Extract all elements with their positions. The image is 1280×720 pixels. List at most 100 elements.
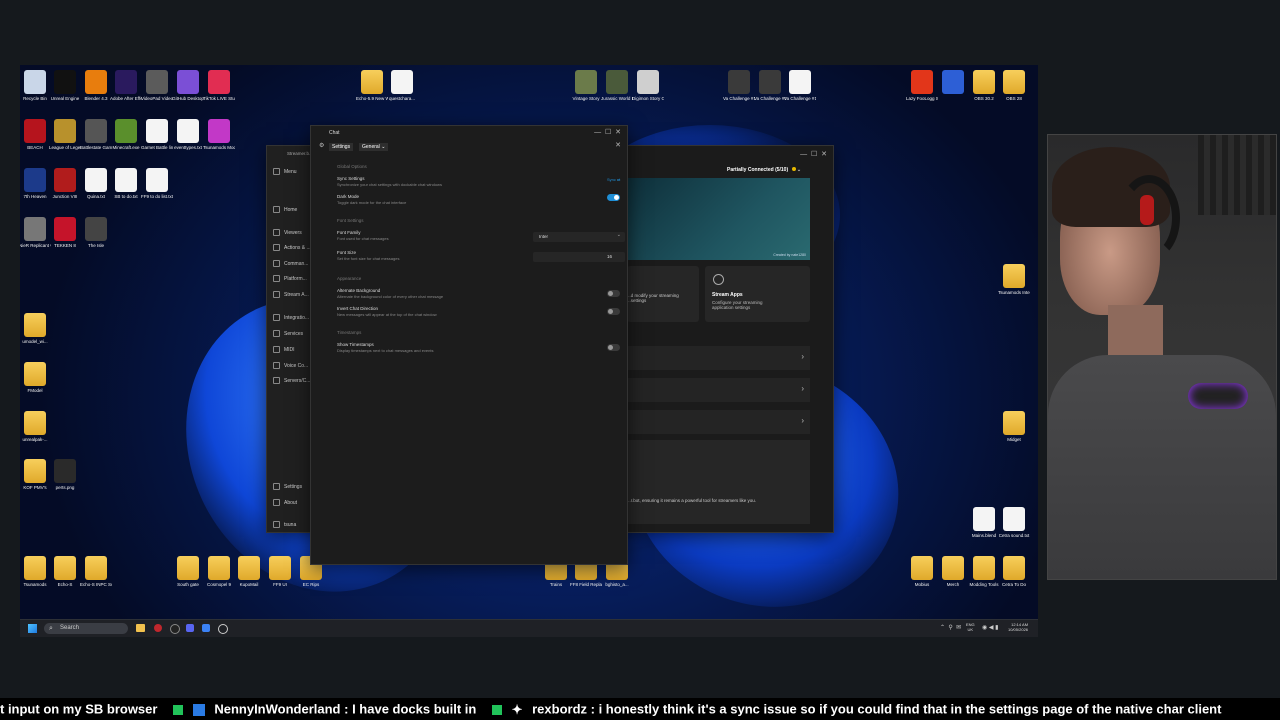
desktop-icon[interactable]: Va Challenge #3 Guide.m... (754, 70, 786, 101)
sidebar-item[interactable]: Home (273, 206, 297, 213)
invert-direction-toggle[interactable] (607, 308, 620, 315)
desktop-icon[interactable]: TikTok LIVE Studio (203, 70, 235, 101)
desktop-icon[interactable]: SB to do.txt (110, 168, 142, 199)
window-controls[interactable]: — ☐ ✕ (594, 128, 621, 136)
pinned-app-icon[interactable] (154, 624, 162, 632)
sidebar-item[interactable]: Viewers (273, 229, 302, 236)
desktop-icon[interactable]: Echo-S (49, 556, 81, 587)
start-button[interactable] (28, 624, 37, 633)
discord-icon[interactable] (186, 624, 194, 632)
sidebar-item[interactable]: tsuna (273, 521, 296, 528)
sidebar-item[interactable]: Comman... (273, 260, 308, 267)
desktop-icon[interactable]: OBS 28 (998, 70, 1030, 101)
desktop-icon[interactable]: questchara... (386, 70, 418, 101)
desktop-icon[interactable]: Adobe After Effects 2020 (110, 70, 142, 101)
desktop-icon[interactable]: NieR Replicant v... (20, 217, 51, 248)
desktop-icon[interactable]: South gate (172, 556, 204, 587)
pinned-app-icon[interactable] (218, 624, 228, 634)
sidebar-item[interactable]: Voice Co... (273, 362, 308, 369)
desktop-icon[interactable]: FModel (20, 362, 51, 393)
desktop-icon[interactable]: OBS 30.2 (968, 70, 1000, 101)
desktop-icon[interactable]: Battlestate Games L... (80, 119, 112, 150)
desktop-icon[interactable]: Tsunamods Internation... (998, 264, 1030, 295)
taskbar-search[interactable]: ⌕ Search (44, 623, 128, 634)
language-indicator[interactable]: ENG UK (966, 622, 975, 632)
list-row[interactable]: › (627, 378, 810, 402)
dark-mode-toggle[interactable] (607, 194, 620, 201)
desktop-icon[interactable]: VideoPad Video Editor (141, 70, 173, 101)
tray-icons[interactable]: ⌃ ⚲ ✉ (940, 624, 961, 631)
sidebar-item[interactable]: Stream A... (273, 291, 309, 298)
sidebar-item[interactable]: Servers/C... (273, 377, 310, 384)
file-explorer-icon[interactable] (136, 624, 145, 632)
sidebar-item[interactable]: About (273, 499, 297, 506)
desktop-icon[interactable]: Recycle Bin (20, 70, 51, 101)
desktop-icon[interactable]: perts.png (49, 459, 81, 490)
font-size-input[interactable]: 16 (533, 252, 625, 262)
sidebar-item[interactable]: Actions & ... (273, 244, 311, 251)
desktop-icon[interactable]: Unreal Engine (49, 70, 81, 101)
desktop-icon[interactable]: Vintage Story (570, 70, 602, 101)
desktop-icon[interactable]: Va Challenge #1.7z (784, 70, 816, 101)
sidebar-item[interactable]: Services (273, 330, 303, 337)
desktop-icon[interactable]: League of Legends (49, 119, 81, 150)
card-stream-apps[interactable]: Stream Apps Configure your streaming app… (705, 266, 810, 322)
desktop-icon[interactable]: Echo-5.9 New Work (356, 70, 388, 101)
font-family-select[interactable]: Inter ⌄ (533, 232, 625, 242)
desktop-icon[interactable]: Junction VIII (49, 168, 81, 199)
tray-status-icons[interactable]: ◉ ◀ ▮ (982, 624, 999, 631)
sidebar-item[interactable]: Integratio... (273, 314, 309, 321)
sync-button[interactable]: Sync ⇄ (607, 177, 620, 182)
desktop-icon[interactable]: 7th Heaven (20, 168, 51, 199)
pinned-app-icon[interactable] (202, 624, 210, 632)
desktop-icon[interactable]: TEKKEN 8 (49, 217, 81, 248)
desktop-icon[interactable] (937, 70, 969, 96)
desktop-icon[interactable]: umodel_wi... (20, 313, 51, 344)
desktop-icon[interactable]: KOF PMV's (20, 459, 51, 490)
alt-background-toggle[interactable] (607, 290, 620, 297)
chat-window[interactable]: Chat — ☐ ✕ ⚙ Settings General ⌄ ✕ Global… (310, 125, 628, 565)
desktop-icon[interactable]: Garnet Battle lines.txt (141, 119, 173, 150)
desktop-icon[interactable]: Merch (937, 556, 969, 587)
desktop-icon[interactable]: Quina.txt (80, 168, 112, 199)
desktop-icon[interactable]: Blender 4.3 (80, 70, 112, 101)
tab-settings[interactable]: Settings (329, 143, 354, 151)
desktop-icon[interactable]: unrealpak-... (20, 411, 51, 442)
desktop-icon[interactable]: The Isle (80, 217, 112, 248)
desktop-icon[interactable]: KupoMail (233, 556, 265, 587)
desktop-icon[interactable]: Va Challenge #1.mp4 (723, 70, 755, 101)
show-timestamps-toggle[interactable] (607, 344, 620, 351)
clock[interactable]: 12:14 AM 10/05/2026 (1008, 622, 1028, 632)
desktop-icon[interactable]: Tsunamods (20, 556, 51, 587)
connection-status[interactable]: Partially Connected (5/10) ⌄ (727, 167, 801, 173)
desktop-icon[interactable]: Minecraft.exe (110, 119, 142, 150)
desktop-icon[interactable]: Modding Tools (968, 556, 1000, 587)
desktop-icon[interactable]: Tsunamods Mod Uploa... (203, 119, 235, 150)
close-icon[interactable]: ✕ (615, 141, 621, 149)
desktop-icon[interactable]: Midget (998, 411, 1030, 442)
window-controls[interactable]: — ☐ ✕ (800, 150, 827, 158)
desktop-icon[interactable]: Mobius (906, 556, 938, 587)
sidebar-item[interactable]: Menu (273, 168, 297, 175)
tab-general[interactable]: General ⌄ (359, 143, 389, 151)
sidebar-item[interactable]: Platform... (273, 275, 307, 282)
desktop-icon[interactable]: GitHub Desktop (172, 70, 204, 101)
desktop-icon[interactable]: Mains.blend (968, 507, 1000, 538)
desktop-icon[interactable]: Jurassic World Ev... (601, 70, 633, 101)
list-row[interactable]: › (627, 410, 810, 434)
list-row[interactable]: › (627, 346, 810, 370)
desktop-icon[interactable]: Cetra To Do (998, 556, 1030, 587)
desktop-icon[interactable]: Cosmopel 9 (203, 556, 235, 587)
desktop-icon[interactable]: Digimon Story Cl... (632, 70, 664, 101)
desktop-icon[interactable]: FF9 to do list.txt (141, 168, 173, 199)
obs-icon[interactable] (170, 624, 180, 634)
desktop-icon[interactable]: Echo-S INPC Scripts (80, 556, 112, 587)
sidebar-item[interactable]: MIDI (273, 346, 295, 353)
desktop-icon[interactable]: Lazy FooLogg Streamer.bo... - Shortcut (906, 70, 938, 101)
sidebar-item[interactable]: Settings (273, 483, 302, 490)
desktop-icon[interactable]: FF9 UI (264, 556, 296, 587)
desktop-icon[interactable]: Cetra sound.txt (998, 507, 1030, 538)
desktop-icon[interactable]: BEACH (20, 119, 51, 150)
desktop-icon[interactable]: eventtypes.txt (172, 119, 204, 150)
card-left[interactable]: ...d modify your streaming ...settings (627, 266, 699, 322)
